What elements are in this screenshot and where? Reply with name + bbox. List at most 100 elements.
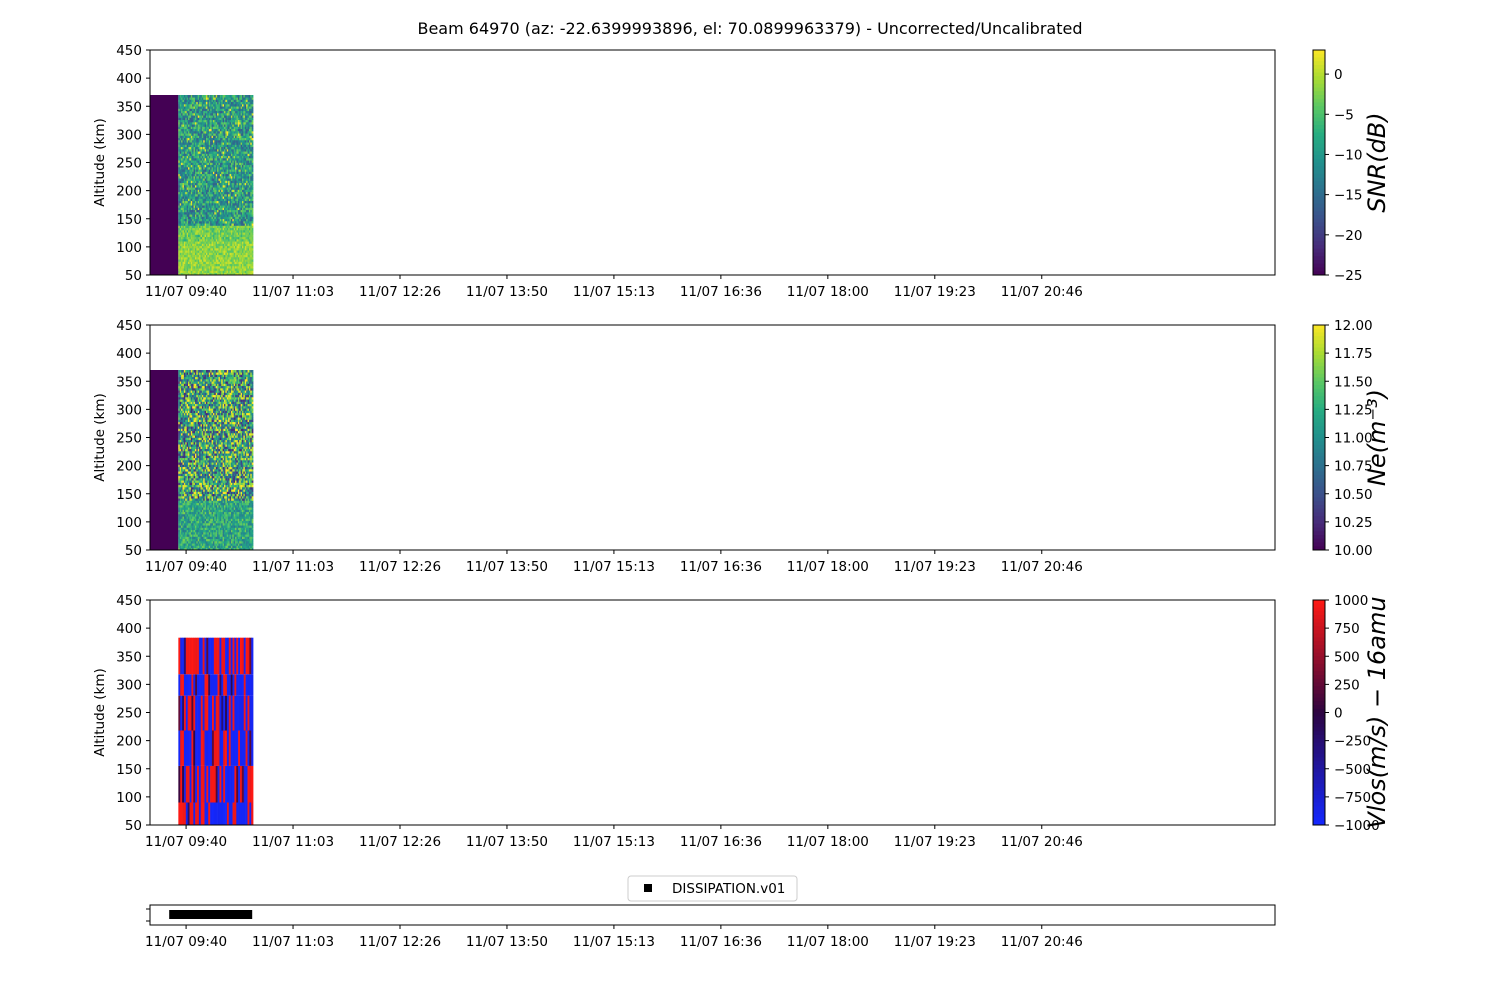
panel-1-cell: [251, 194, 254, 197]
panel-1-cell: [251, 160, 254, 163]
panel-1-cell: [251, 122, 254, 125]
panel-1-colorbar-segment: [1313, 177, 1325, 182]
panel-1-colorbar-segment: [1313, 68, 1325, 73]
panel-1-frame: [149, 49, 1276, 276]
panel-1-cell: [251, 169, 254, 172]
panel-1-cell: [251, 203, 254, 206]
panel-1-y-tick-label: 200: [116, 184, 142, 200]
panel-2-heatmap: [150, 370, 254, 551]
panel-1-cell: [251, 108, 254, 112]
panel-1-y-tick-label: 450: [116, 43, 142, 59]
panel-1-colorbar-segment: [1313, 106, 1325, 111]
panel-1-colorbar-segment: [1313, 252, 1325, 257]
panel-1-colorbar-segment: [1313, 65, 1325, 70]
panel-1-colorbar-segment: [1313, 241, 1325, 246]
panel-1-cell: [251, 119, 254, 123]
panel-1-cell: [251, 227, 254, 231]
panel-1-cell: [251, 243, 254, 247]
panel-1-colorbar-segment: [1313, 230, 1325, 235]
panel-1-colorbar-segment: [1313, 83, 1325, 88]
panel-1-cell: [251, 176, 254, 179]
panel-1-fill-region: [150, 95, 179, 275]
panel-1-cell: [251, 137, 254, 141]
panel-1-colorbar-segment: [1313, 256, 1325, 261]
panel-1-colorbar-segment: [1313, 196, 1325, 201]
panel-1-cell: [251, 218, 254, 222]
panel-1-y-tick-label: 350: [116, 99, 142, 115]
panel-2-fill-region: [150, 370, 179, 550]
panel-1-cell: [251, 140, 254, 143]
panel-1-colorbar-segment: [1313, 128, 1325, 133]
panel-1-cell: [251, 232, 254, 235]
panel-1-cell: [251, 182, 254, 186]
panel-1-x-tick-label: 11/07 15:13: [573, 284, 655, 300]
panel-1-cell: [251, 254, 254, 258]
panel-1-cell: [251, 196, 254, 199]
panel-1-cell: [251, 124, 254, 127]
panel-1-cell: [251, 151, 254, 154]
panel-1-cell: [251, 180, 254, 184]
panel-1-cell: [251, 133, 254, 136]
panel-1-cell: [251, 101, 254, 105]
panel-1-x-tick-label: 11/07 20:46: [1001, 284, 1083, 300]
panel-1-colorbar-tick-label: −10: [1334, 147, 1363, 163]
panel-1-y-tick-label: 50: [125, 268, 142, 284]
panel-1-cell: [251, 263, 254, 267]
panel-1-colorbar-segment: [1313, 211, 1325, 216]
panel-1-cell: [251, 171, 254, 175]
panel-1-heatmap: [150, 95, 254, 276]
panel-1-colorbar-segment: [1313, 113, 1325, 118]
panel-1-colorbar-segment: [1313, 166, 1325, 171]
panel-1-cell: [251, 95, 254, 98]
panel-1-cell: [251, 106, 254, 109]
panel-1-colorbar-segment: [1313, 162, 1325, 167]
panel-1-colorbar-segment: [1313, 72, 1325, 77]
panel-1-colorbar: 0−5−10−15−20−25SNR(dB): [1312, 49, 1391, 284]
panel-1-x-tick-label: 11/07 18:00: [787, 284, 869, 300]
panel-1-colorbar-segment: [1313, 237, 1325, 242]
panel-1-cell: [251, 187, 254, 190]
panel-1-colorbar-segment: [1313, 140, 1325, 145]
panel-1-cell: [251, 110, 254, 114]
panel-1-cell: [251, 225, 254, 229]
panel-1-cell: [251, 97, 254, 100]
panel-1-cell: [251, 178, 254, 181]
panel-1-cell: [251, 153, 254, 157]
panel-1-cell: [251, 191, 254, 195]
panel-1-cell: [251, 241, 254, 244]
panel-1-cell: [251, 252, 254, 256]
panel-1-colorbar-segment: [1313, 76, 1325, 81]
panel-1-colorbar-segment: [1313, 117, 1325, 122]
panel-1-colorbar-tick-label: −15: [1334, 188, 1363, 204]
chart-title: Beam 64970 (az: -22.6399993896, el: 70.0…: [417, 19, 1082, 38]
panel-1-cell: [251, 99, 254, 103]
panel-1-colorbar-segment: [1313, 53, 1325, 58]
panel-1-cell: [251, 259, 254, 262]
panel-1-colorbar-segment: [1313, 181, 1325, 186]
panel-1-colorbar-segment: [1313, 200, 1325, 205]
panel-1-colorbar-segment: [1313, 98, 1325, 103]
panel-1-y-tick-label: 150: [116, 212, 142, 228]
panel-1-cell: [251, 270, 254, 274]
panel-1-cell: [251, 200, 254, 204]
panel-1-y-axis-label: Altitude (km): [92, 118, 108, 207]
panel-1-colorbar-segment: [1313, 61, 1325, 66]
panel-1-cell: [251, 245, 254, 249]
panel-1-cell: [251, 236, 254, 240]
panel-1-colorbar-segment: [1313, 267, 1325, 272]
panel-1-colorbar-segment: [1313, 143, 1325, 148]
panel-1-cell: [251, 115, 254, 118]
panel-1-colorbar-tick-label: −5: [1334, 107, 1354, 123]
panel-1-cell: [251, 142, 254, 145]
panel-1-x-tick-label: 11/07 13:50: [466, 284, 548, 300]
panel-1-cell: [251, 209, 254, 213]
panel-1-cell: [251, 155, 254, 159]
panel-1-x-tick-label: 11/07 11:03: [252, 284, 334, 300]
panel-1-colorbar-segment: [1313, 218, 1325, 223]
panel-1-cell: [251, 135, 254, 139]
figure: Beam 64970 (az: -22.6399993896, el: 70.0…: [92, 19, 1391, 950]
panel-1-cell: [251, 230, 254, 233]
panel-1-colorbar-segment: [1313, 132, 1325, 137]
panel-1-colorbar-segment: [1313, 260, 1325, 265]
panel-1-colorbar-segment: [1313, 155, 1325, 160]
